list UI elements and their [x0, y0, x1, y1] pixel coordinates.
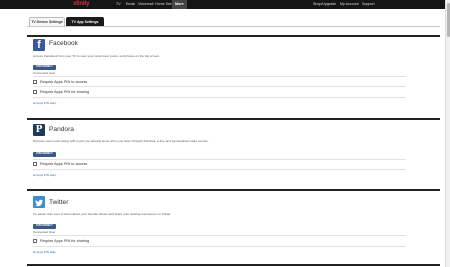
app-title-facebook: Facebook: [49, 40, 78, 47]
top-navigation-bar: xfinity TV Email Voicemail Home Security…: [0, 0, 445, 9]
twitter-apps-pin-help-link[interactable]: ⊕ Apps PIN Help: [33, 250, 56, 254]
nav-item-tv[interactable]: TV: [113, 0, 124, 9]
app-description-facebook: Access Facebook from your TV to view you…: [33, 54, 161, 58]
page-scrollbar[interactable]: [445, 0, 450, 267]
row-divider: [33, 235, 406, 236]
pandora-icon: P: [33, 124, 45, 136]
help-link-label: Apps PIN Help: [36, 101, 56, 105]
app-description-pandora: Discover new music along with music you …: [33, 139, 209, 143]
brand-logo[interactable]: xfinity: [73, 0, 89, 9]
nav-item-more[interactable]: More: [172, 0, 187, 9]
nav-item-support[interactable]: Support: [359, 0, 378, 9]
row-divider: [33, 159, 406, 160]
twitter-bird-glyph: [35, 199, 43, 207]
facebook-icon: f: [33, 39, 45, 51]
tab-divider: [27, 26, 440, 27]
tab-tv-device-settings[interactable]: TV Device Settings: [29, 17, 65, 26]
row-divider: [33, 169, 406, 170]
twitter-connected-status: Connected User: [33, 229, 56, 234]
pandora-disconnect-button[interactable]: DISCONNECT: [33, 152, 56, 157]
twitter-pin-sharing-checkbox[interactable]: [33, 239, 37, 243]
facebook-connected-status: Connected User: [33, 70, 56, 75]
section-divider: [27, 189, 440, 191]
facebook-disconnect-button[interactable]: DISCONNECT: [33, 65, 56, 70]
facebook-pin-sharing-checkbox[interactable]: [33, 90, 37, 94]
tab-tv-app-settings[interactable]: TV App Settings: [66, 17, 104, 26]
pandora-pin-access-label: Require Apps PIN to access: [40, 161, 88, 166]
help-link-label: Apps PIN Help: [36, 173, 56, 177]
row-divider: [33, 246, 406, 247]
facebook-pin-sharing-label: Require Apps PIN for sharing: [40, 89, 90, 94]
row-divider: [33, 76, 406, 77]
twitter-icon: [33, 196, 45, 208]
facebook-pin-access-label: Require Apps PIN to access: [40, 79, 88, 84]
pandora-pin-access-checkbox[interactable]: [33, 162, 37, 166]
pandora-apps-pin-help-link[interactable]: ⊕ Apps PIN Help: [33, 173, 56, 177]
twitter-disconnect-button[interactable]: DISCONNECT: [33, 224, 56, 229]
section-divider: [27, 35, 440, 37]
section-divider: [27, 264, 440, 266]
row-divider: [33, 97, 406, 98]
nav-item-my-account[interactable]: My Account: [337, 0, 362, 9]
row-divider: [33, 86, 406, 87]
facebook-apps-pin-help-link[interactable]: ⊕ Apps PIN Help: [33, 101, 56, 105]
app-title-twitter: Twitter: [49, 199, 69, 206]
facebook-pin-access-checkbox[interactable]: [33, 80, 37, 84]
nav-item-shop-upgrade[interactable]: Shop/Upgrade: [310, 0, 339, 9]
twitter-pin-sharing-label: Require Apps PIN for sharing: [40, 238, 90, 243]
help-link-label: Apps PIN Help: [36, 250, 56, 254]
app-description-twitter: It's easier than ever to tweet about you…: [33, 212, 172, 216]
app-title-pandora: Pandora: [49, 126, 74, 133]
section-divider: [27, 118, 440, 120]
